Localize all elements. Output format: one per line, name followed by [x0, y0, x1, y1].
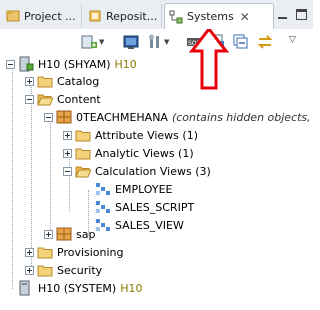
tree-node-calc-view[interactable]: SALES_VIEW [95, 216, 184, 234]
systems-icon [169, 10, 183, 23]
minimize-icon[interactable] [276, 8, 289, 21]
tab-repositories[interactable]: Reposit... [84, 4, 162, 28]
expand-toggle-icon[interactable] [63, 148, 72, 158]
tree-node-provisioning[interactable]: Provisioning [25, 243, 124, 261]
tree-node-calc-view[interactable]: SALES_SCRIPT [95, 198, 194, 216]
tree-node-catalog[interactable]: Catalog [25, 72, 99, 90]
hidden-objects-note: (contains hidden objects, [171, 110, 311, 124]
tree-node-package-sap[interactable]: sap [44, 225, 95, 243]
annotation-arrow-icon [189, 27, 229, 90]
close-icon[interactable]: ✕ [240, 10, 250, 24]
repository-icon [89, 10, 101, 22]
folder-icon [37, 247, 53, 259]
tab-project-explorer[interactable]: Project ... [2, 4, 82, 28]
collapse-toggle-icon[interactable] [63, 166, 72, 176]
folder-open-icon [37, 94, 53, 106]
system-id-suffix: H10 [114, 57, 137, 71]
expand-toggle-icon[interactable] [44, 229, 53, 239]
expand-toggle-icon[interactable] [25, 247, 34, 257]
tab-label: Systems [187, 10, 234, 23]
collapse-all-icon[interactable] [232, 33, 250, 51]
folder-icon [75, 148, 91, 160]
tab-label: Reposit... [106, 9, 158, 23]
system-icon [19, 56, 34, 72]
expand-toggle-icon[interactable] [25, 76, 34, 86]
chevron-down-icon[interactable]: ▼ [164, 38, 169, 46]
tree-node-calculation-views[interactable]: Calculation Views (3) [63, 162, 211, 180]
sync-arrows-icon[interactable] [256, 33, 274, 51]
add-system-icon[interactable] [80, 33, 98, 51]
calculation-view-icon [96, 183, 110, 195]
collapse-toggle-icon[interactable] [6, 59, 15, 69]
tree-node-content[interactable]: Content [25, 90, 101, 108]
package-icon [56, 227, 72, 241]
tools-icon[interactable] [146, 33, 164, 51]
calculation-view-icon [96, 219, 110, 231]
tree-node-system-system[interactable]: H10 (SYSTEM) H10 [6, 279, 142, 297]
expand-toggle-icon[interactable] [63, 130, 72, 140]
tree-node-security[interactable]: Security [25, 261, 102, 279]
collapse-toggle-icon[interactable] [25, 94, 34, 104]
folder-icon [37, 265, 53, 277]
tree-node-attribute-views[interactable]: Attribute Views (1) [63, 126, 198, 144]
expand-toggle-icon[interactable] [25, 265, 34, 275]
tab-label: Project ... [24, 9, 76, 23]
view-toolbar: ▼ ▼ SQL ▽ [0, 29, 313, 55]
tree-node-analytic-views[interactable]: Analytic Views (1) [63, 144, 194, 162]
system-id-suffix: H10 [120, 281, 143, 295]
tree-node-system-shyam[interactable]: H10 (SHYAM) H10 [6, 55, 137, 73]
tree-node-calc-view[interactable]: EMPLOYEE [95, 180, 173, 198]
system-icon [19, 280, 30, 296]
tree-node-package-0teachmehana[interactable]: 0TEACHMEHANA (contains hidden objects, [44, 108, 311, 126]
chevron-down-icon[interactable]: ▼ [99, 38, 104, 46]
view-tab-bar: Project ... Reposit... Systems ✕ [0, 0, 313, 30]
folder-open-icon [75, 166, 91, 178]
tab-systems[interactable]: Systems ✕ [164, 3, 274, 29]
view-menu-icon[interactable]: ▽ [289, 35, 296, 45]
package-icon [56, 110, 72, 124]
calculation-view-icon [96, 201, 110, 213]
folder-icon [37, 76, 53, 88]
folder-icon [75, 130, 91, 142]
sql-console-icon[interactable] [122, 33, 140, 51]
maximize-icon[interactable] [295, 8, 308, 21]
project-explorer-icon [6, 10, 20, 22]
collapse-toggle-icon[interactable] [44, 112, 53, 122]
